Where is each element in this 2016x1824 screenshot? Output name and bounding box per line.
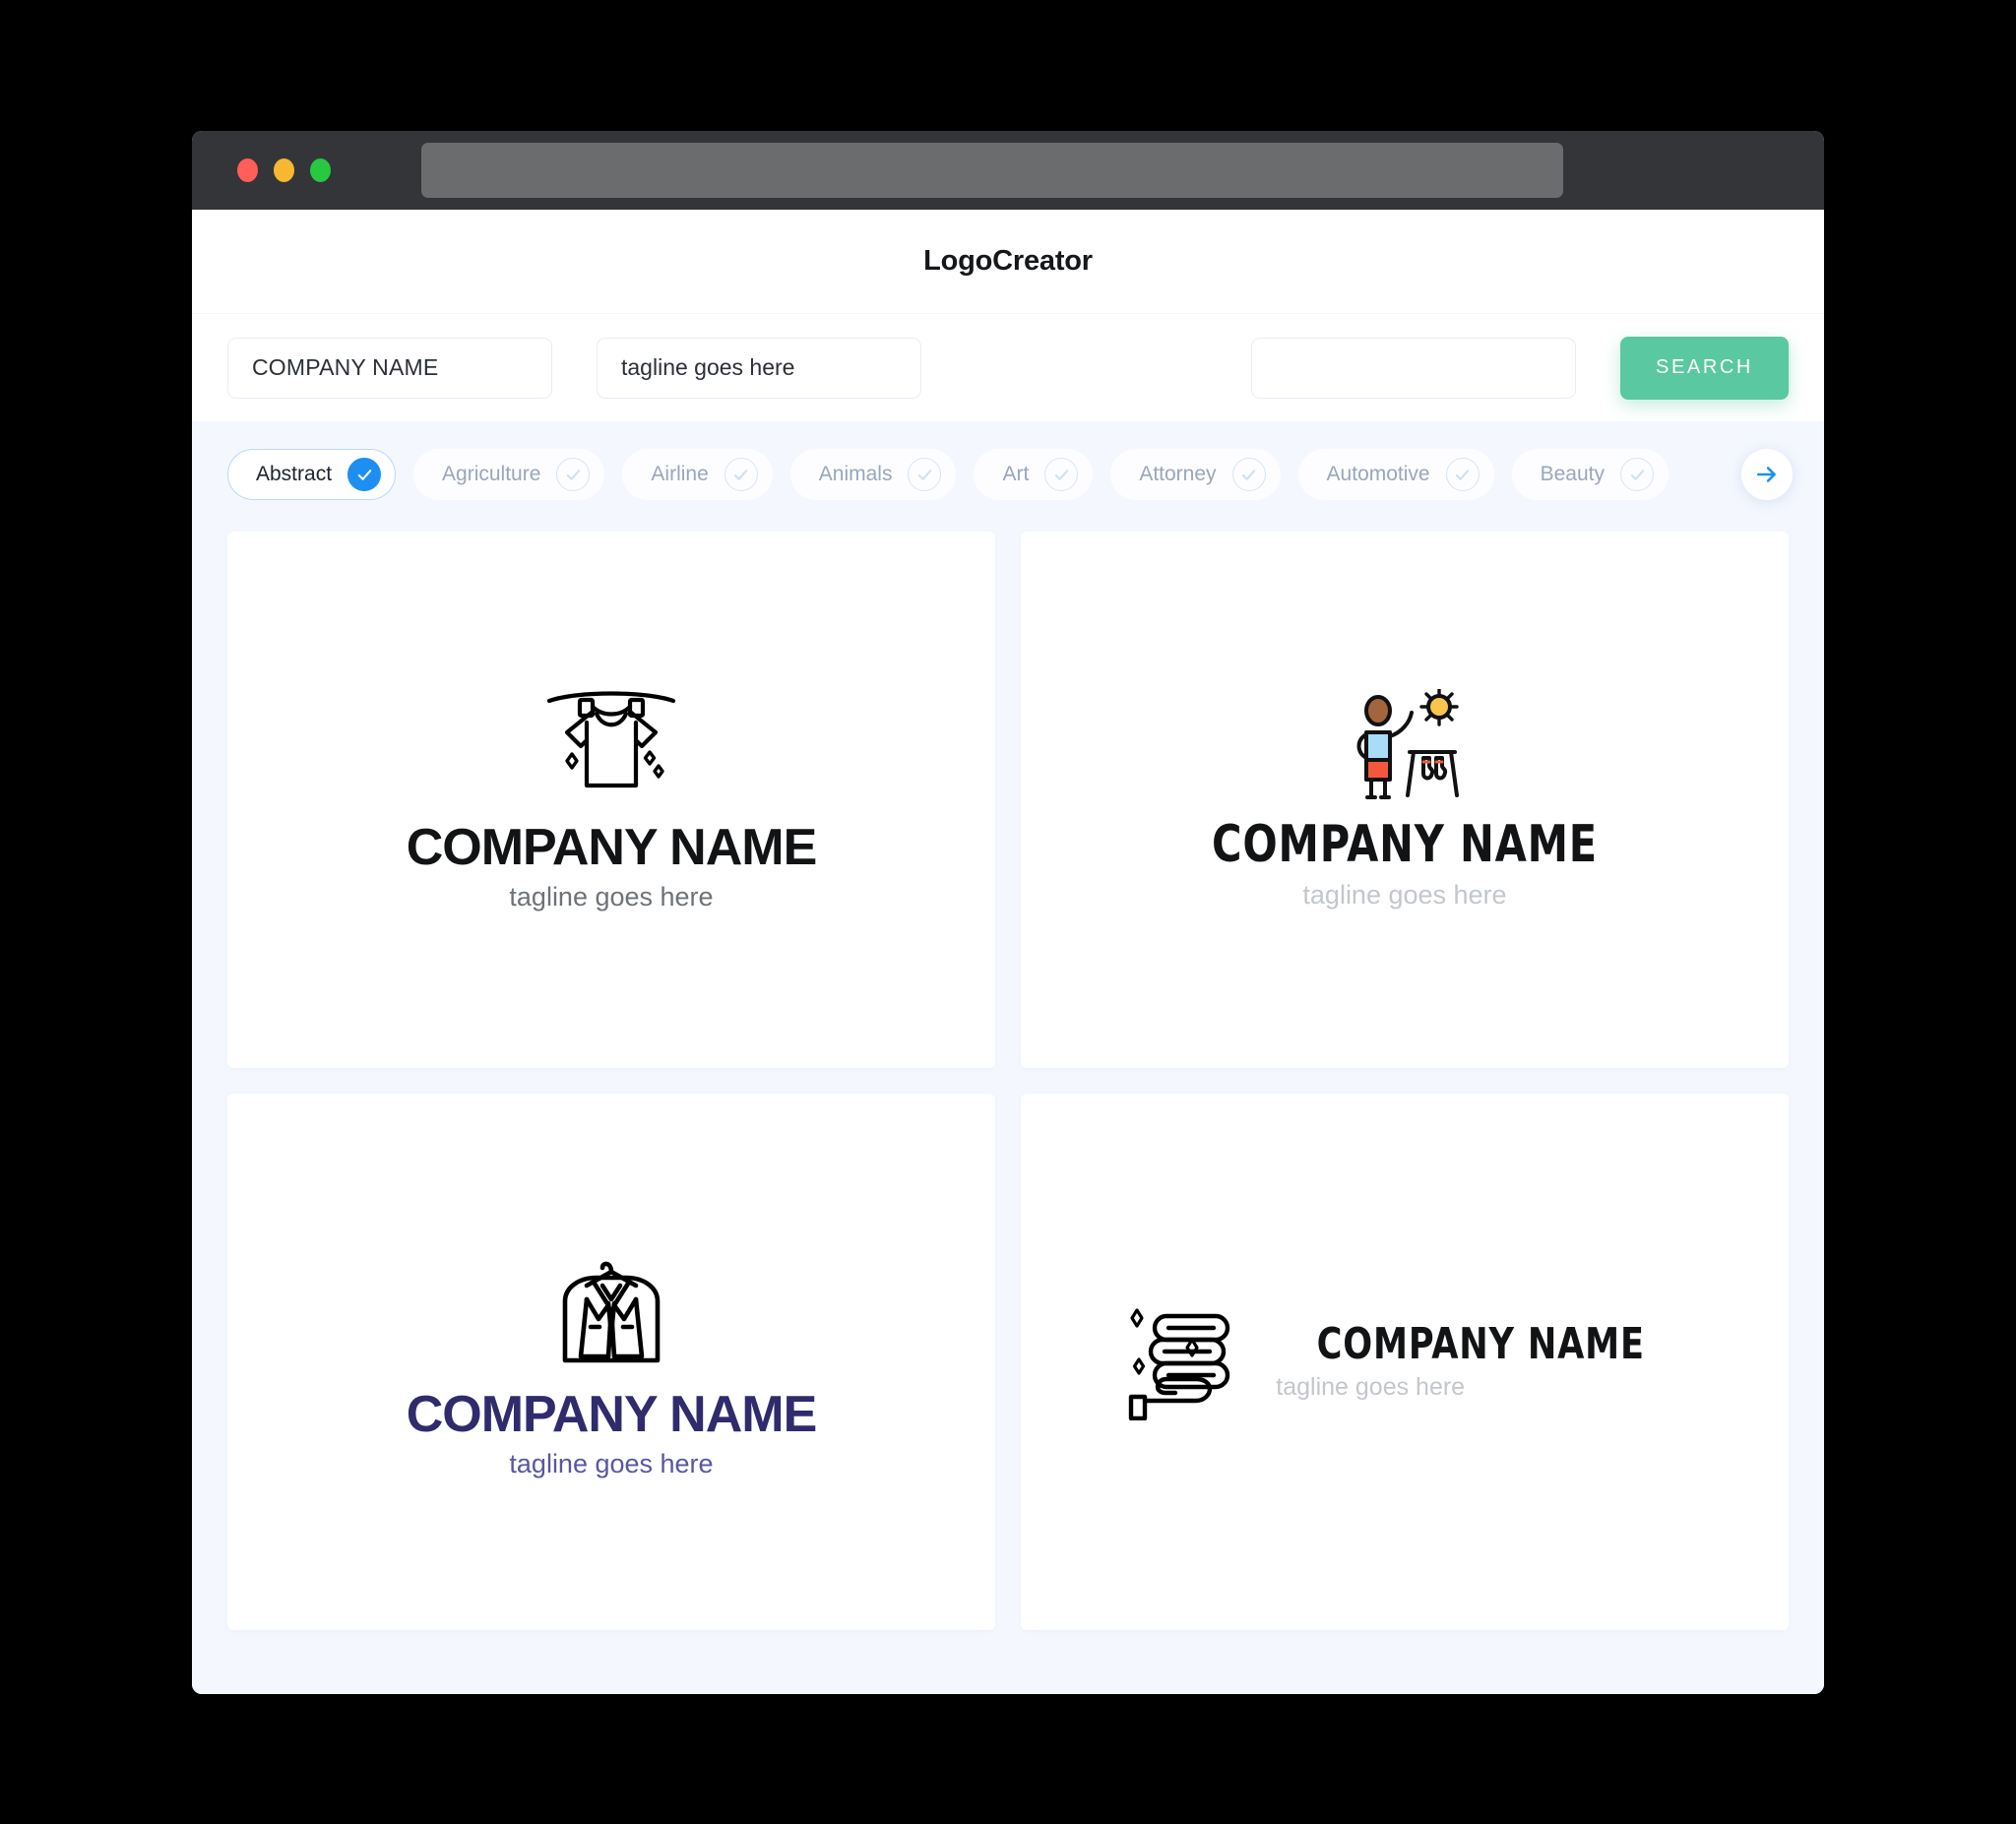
logo-tagline: tagline goes here [1276, 1373, 1466, 1402]
window-controls [237, 158, 331, 182]
screenshot-stage: LogoCreator SEARCH Abstract Agriculture [0, 0, 2016, 1824]
check-circle-icon [908, 458, 942, 491]
category-chip-label: Attorney [1139, 463, 1217, 485]
logo-company-name: COMPANY NAME [1211, 815, 1598, 875]
logo-company-name: COMPANY NAME [406, 1385, 818, 1443]
check-circle-icon [556, 458, 591, 491]
category-chip-label: Agriculture [442, 463, 541, 485]
category-chip-art[interactable]: Art [974, 449, 1094, 500]
category-chip-label: Beauty [1540, 463, 1605, 485]
category-chip-label: Art [1002, 463, 1030, 485]
check-circle-icon [724, 458, 758, 491]
logo-preview: COMPANY NAME tagline goes here [1164, 689, 1646, 911]
keyword-input[interactable] [1251, 337, 1576, 399]
search-button[interactable]: SEARCH [1620, 336, 1789, 400]
arrow-right-icon [1757, 467, 1776, 482]
category-chip-label: Airline [651, 463, 709, 485]
app-body: Abstract Agriculture Airline Animals Art… [192, 421, 1824, 1694]
person-sun-drying-rack-icon [1356, 689, 1459, 800]
minimize-window-button[interactable] [274, 158, 294, 182]
check-circle-icon [1044, 458, 1079, 491]
category-chip-automotive[interactable]: Automotive [1297, 449, 1494, 500]
logo-text-block: COMPANY NAME tagline goes here [1276, 1318, 1685, 1402]
logo-company-name: COMPANY NAME [1316, 1318, 1646, 1369]
app-header: LogoCreator [192, 210, 1824, 313]
suit-in-garment-bag-icon [562, 1261, 661, 1363]
logo-tagline: tagline goes here [509, 882, 714, 912]
category-chip-label: Automotive [1326, 463, 1430, 485]
check-circle-icon [1231, 458, 1266, 491]
logo-preview: COMPANY NAME tagline goes here [1123, 1304, 1685, 1420]
browser-window: LogoCreator SEARCH Abstract Agriculture [192, 131, 1824, 1694]
category-chip-label: Abstract [256, 463, 333, 485]
logo-card[interactable]: COMPANY NAME tagline goes here [227, 1094, 995, 1630]
search-toolbar: SEARCH [192, 313, 1824, 421]
logo-company-name: COMPANY NAME [406, 818, 818, 876]
check-circle-icon [1445, 458, 1480, 491]
category-chip-label: Animals [818, 463, 893, 485]
tagline-input[interactable] [597, 337, 921, 399]
next-categories-button[interactable] [1741, 449, 1793, 500]
company-name-input[interactable] [227, 337, 552, 399]
logo-card[interactable]: COMPANY NAME tagline goes here [1021, 532, 1789, 1068]
tshirt-on-clothesline-icon [546, 691, 676, 787]
logo-tagline: tagline goes here [1302, 879, 1507, 910]
maximize-window-button[interactable] [310, 158, 331, 182]
browser-url-bar[interactable] [421, 143, 1563, 198]
category-chip-beauty[interactable]: Beauty [1511, 449, 1669, 500]
app-title: LogoCreator [923, 245, 1093, 277]
logo-tagline: tagline goes here [509, 1449, 714, 1479]
category-chip-attorney[interactable]: Attorney [1110, 449, 1281, 500]
logo-card[interactable]: COMPANY NAME tagline goes here [227, 532, 995, 1068]
category-chip-agriculture[interactable]: Agriculture [413, 449, 605, 500]
browser-titlebar [192, 131, 1824, 210]
logo-preview: COMPANY NAME tagline goes here [407, 1244, 817, 1480]
hand-holding-folded-towels-icon [1129, 1307, 1230, 1420]
category-chip-airline[interactable]: Airline [622, 449, 773, 500]
category-chip-animals[interactable]: Animals [789, 449, 957, 500]
close-window-button[interactable] [237, 158, 258, 182]
logo-card[interactable]: COMPANY NAME tagline goes here [1021, 1094, 1789, 1630]
check-circle-icon [1620, 458, 1654, 491]
category-filter-bar: Abstract Agriculture Airline Animals Art… [192, 421, 1824, 526]
logo-results-grid: COMPANY NAME tagline goes here COMPANY N… [192, 526, 1824, 1666]
logo-preview: COMPANY NAME tagline goes here [407, 687, 817, 913]
check-circle-icon [347, 458, 382, 491]
category-chip-abstract[interactable]: Abstract [227, 449, 397, 500]
